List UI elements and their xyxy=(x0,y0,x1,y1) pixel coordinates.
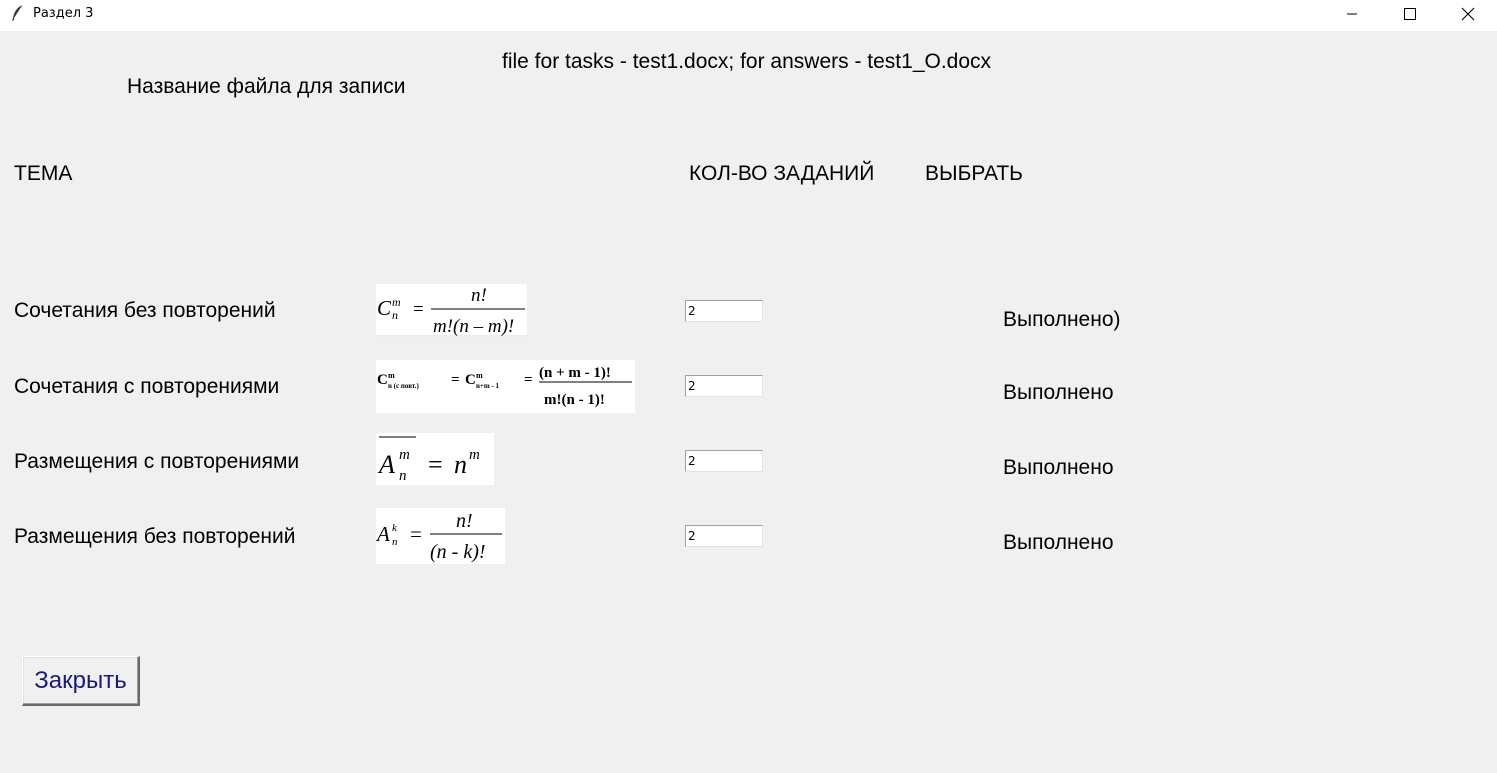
formula-text: (n + m - 1)! xyxy=(539,365,611,381)
formula-text: n xyxy=(454,450,467,479)
formula-text: n (с повт.) xyxy=(388,382,419,390)
formula-combinations-with-repeat: C m n (с повт.) = C m n+m - 1 = (n + m -… xyxy=(376,360,635,413)
close-icon xyxy=(1461,7,1475,21)
formula-text: m xyxy=(476,371,483,380)
column-header-topic: ТЕМА xyxy=(14,162,73,185)
formula-arrangements-with-repeat: A m n = n m xyxy=(376,433,494,485)
status-label-4: Выполнено xyxy=(1003,531,1114,554)
title-bar: Раздел 3 xyxy=(0,0,1497,31)
formula-text: m!(n – m)! xyxy=(433,316,514,337)
formula-text: = xyxy=(524,372,533,388)
column-header-count: КОЛ-ВО ЗАДАНИЙ xyxy=(689,162,875,185)
formula-text: n+m - 1 xyxy=(476,382,500,390)
formula-text: n xyxy=(399,468,407,484)
formula-text: m xyxy=(392,295,401,309)
task-count-input-1[interactable] xyxy=(685,300,763,322)
file-info-label: file for tasks - test1.docx; for answers… xyxy=(502,50,992,73)
window-title: Раздел 3 xyxy=(33,6,94,21)
formula-text: A xyxy=(376,522,390,546)
minimize-button[interactable] xyxy=(1323,0,1381,28)
minimize-icon xyxy=(1346,8,1358,20)
formula-text: n xyxy=(392,536,398,548)
formula-text: m xyxy=(388,371,395,380)
status-label-1: Выполнено) xyxy=(1003,308,1121,331)
task-count-input-3[interactable] xyxy=(685,450,763,472)
column-header-select: ВЫБРАТЬ xyxy=(925,162,1023,185)
maximize-button[interactable] xyxy=(1381,0,1439,28)
formula-text: = xyxy=(451,372,460,388)
formula-text: C xyxy=(377,372,388,388)
formula-text: k xyxy=(392,522,398,534)
status-label-3: Выполнено xyxy=(1003,456,1114,479)
maximize-icon xyxy=(1404,8,1416,20)
formula-text: m xyxy=(399,447,410,463)
formula-text: n! xyxy=(471,285,487,306)
formula-text: = xyxy=(413,299,424,320)
formula-arrangements-no-repeat: A k n = n! (n - k)! xyxy=(376,508,505,564)
close-button[interactable]: Закрыть xyxy=(22,656,140,706)
topic-label-2: Сочетания с повторениями xyxy=(14,375,280,398)
formula-text: = xyxy=(428,450,443,479)
formula-text: m!(n - 1)! xyxy=(544,392,605,408)
formula-text: n xyxy=(392,308,398,322)
task-count-input-2[interactable] xyxy=(685,375,763,397)
status-label-2: Выполнено xyxy=(1003,381,1114,404)
formula-text: m xyxy=(469,447,480,463)
formula-text: C xyxy=(465,372,476,388)
formula-text: n! xyxy=(456,510,473,532)
formula-combinations-no-repeat: C m n = n! m!(n – m)! xyxy=(376,284,527,337)
formula-text: C xyxy=(377,296,392,320)
formula-text: (n - k)! xyxy=(430,541,486,563)
formula-text: = xyxy=(410,522,422,546)
topic-label-1: Сочетания без повторений xyxy=(14,299,276,322)
file-name-label: Название файла для записи xyxy=(127,75,406,98)
close-window-button[interactable] xyxy=(1439,0,1497,28)
formula-text: A xyxy=(377,450,395,479)
topic-label-3: Размещения с повторениями xyxy=(14,450,300,473)
task-count-input-4[interactable] xyxy=(685,525,763,547)
topic-label-4: Размещения без повторений xyxy=(14,525,296,548)
feather-icon xyxy=(10,4,26,22)
